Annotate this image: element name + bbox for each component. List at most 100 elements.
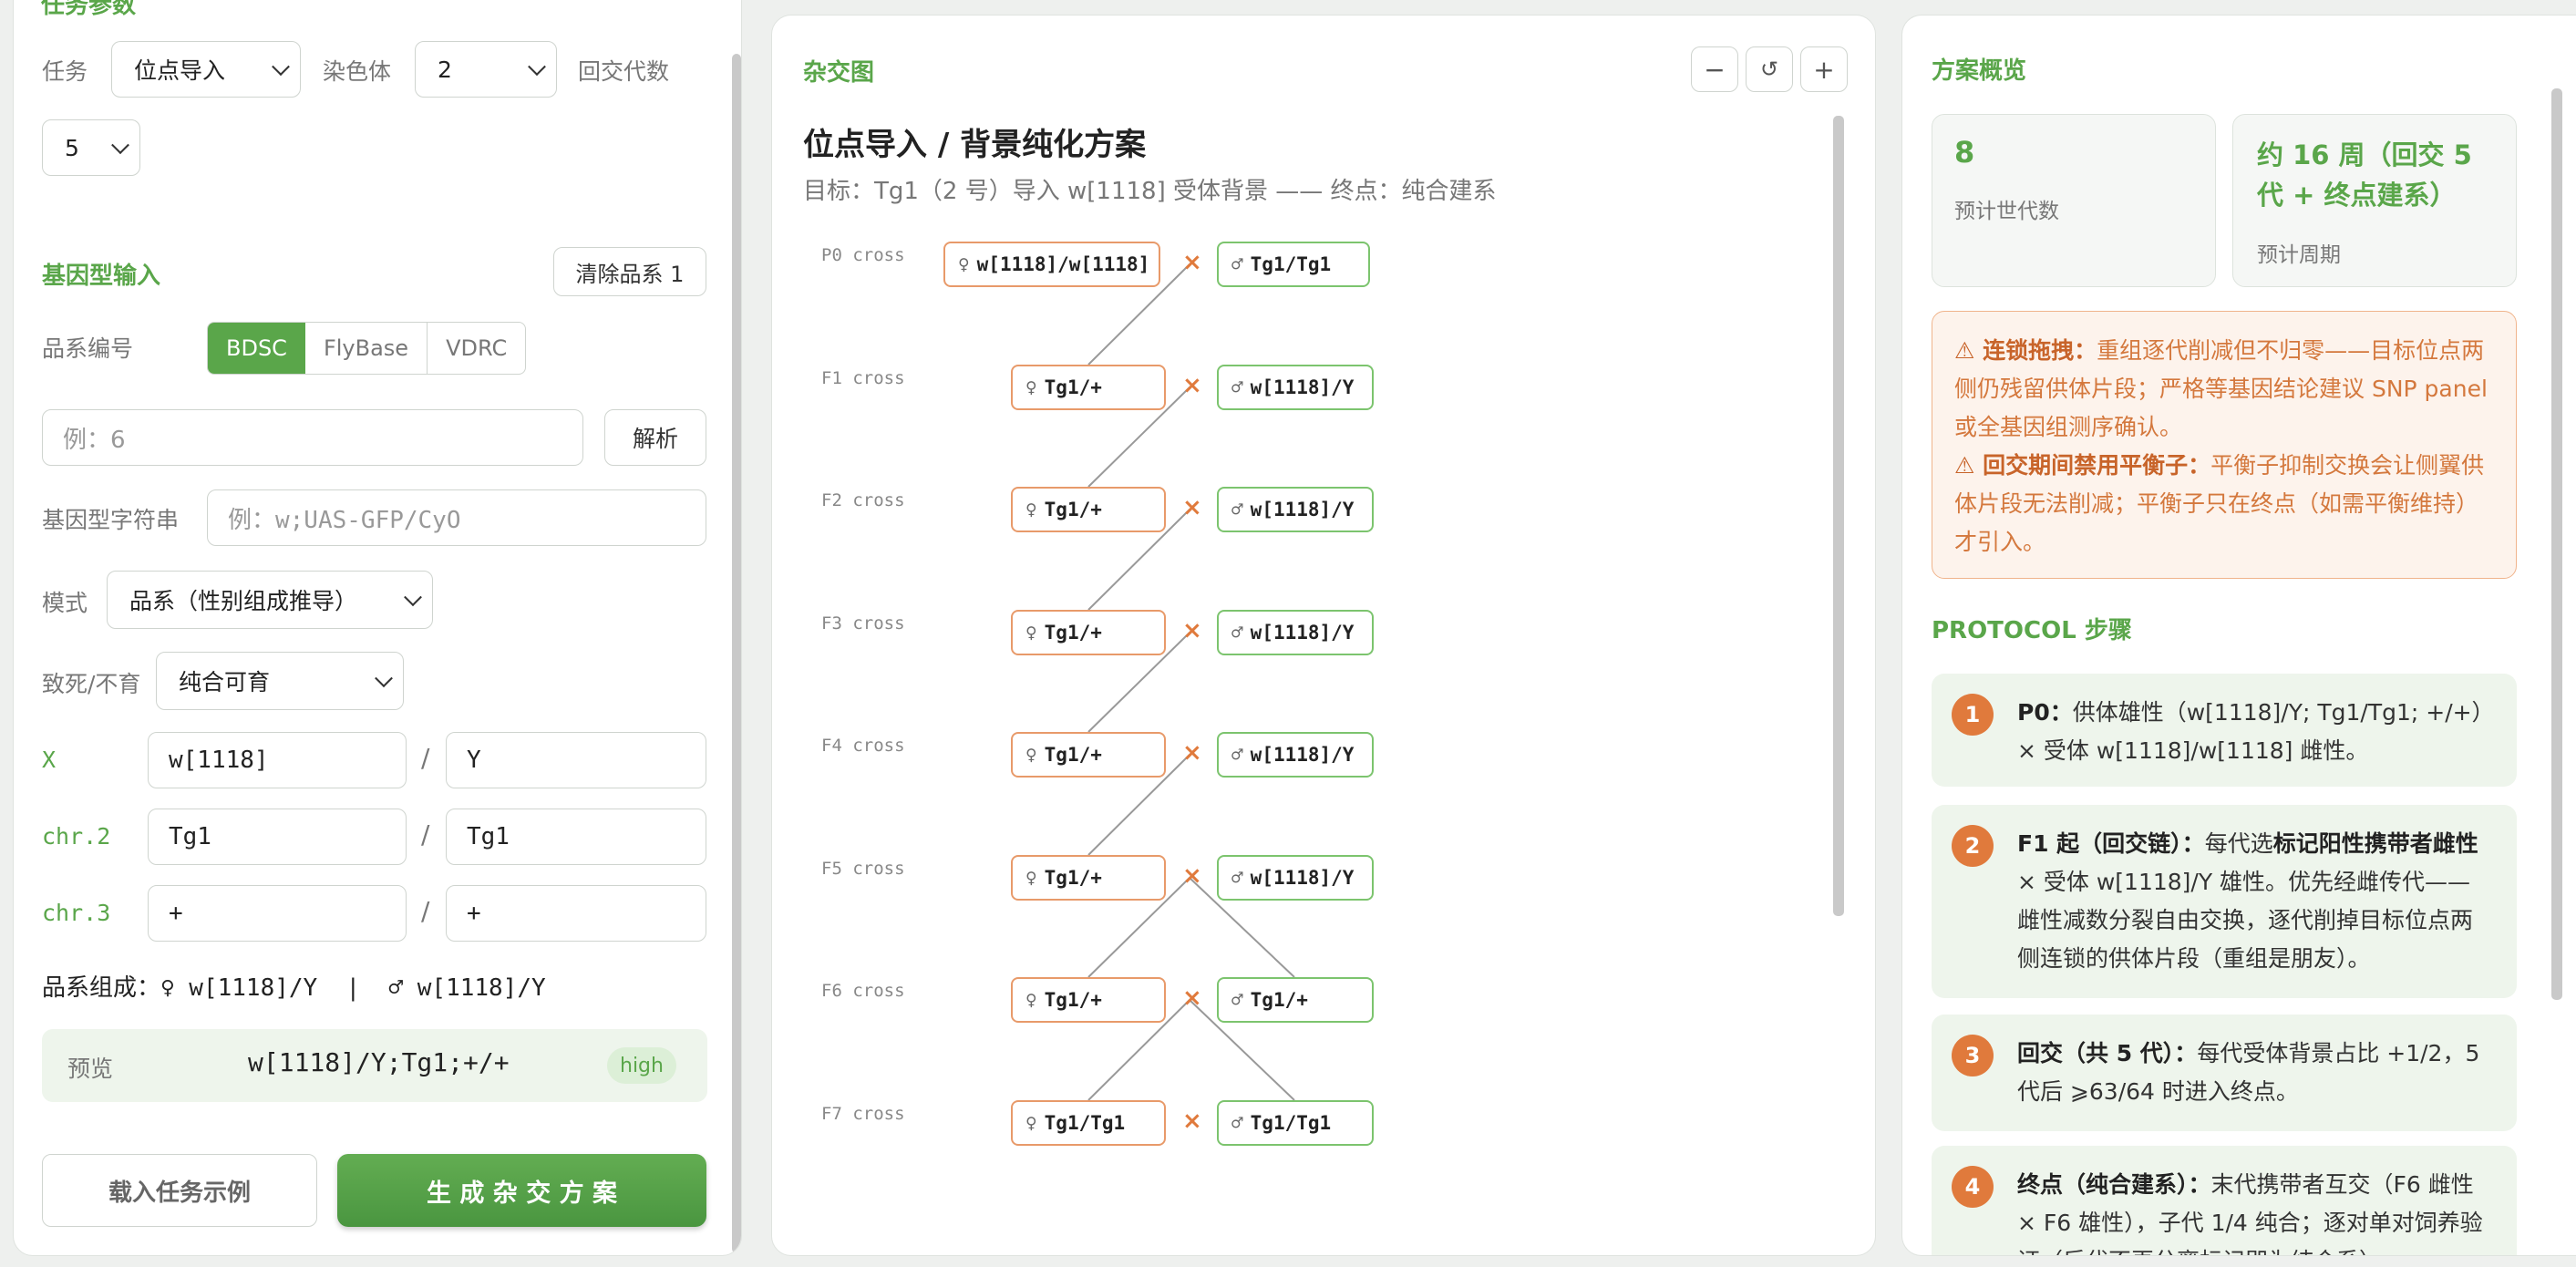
- genotype-string-label: 基因型字符串: [42, 507, 180, 533]
- female-parent-node[interactable]: ♀ Tg1/+: [1011, 855, 1166, 901]
- parse-button[interactable]: 解析: [604, 409, 706, 466]
- generation-label: P0 cross: [821, 245, 905, 265]
- female-icon: ♀: [1025, 867, 1037, 889]
- stock-composition: 品系组成：♀ w[1118]/Y | ♂ w[1118]/Y: [42, 974, 546, 1002]
- chr-3-allele-a-input[interactable]: +: [148, 885, 407, 942]
- female-parent-node[interactable]: ♀ Tg1/+: [1011, 610, 1166, 655]
- male-icon: ♂: [1231, 376, 1243, 398]
- male-icon: ♂: [1231, 744, 1243, 766]
- overview-scrollbar[interactable]: [2551, 88, 2562, 1000]
- backcross-label: 回交代数: [578, 58, 670, 85]
- genotype-string-input[interactable]: 例：w;UAS-GFP/CyO: [207, 489, 706, 546]
- period-card: 约 16 周（回交 5 代 + 终点建系） 预计周期: [2232, 114, 2517, 287]
- protocol-step: 1 P0：供体雄性（w[1118]/Y; Tg1/Tg1; +/+）× 受体 w…: [1932, 674, 2517, 787]
- cross-icon: ×: [1182, 372, 1202, 399]
- male-parent-node[interactable]: ♂ w[1118]/Y: [1217, 610, 1374, 655]
- generation-label: F4 cross: [821, 736, 905, 756]
- cross-diagram[interactable]: P0 cross ♀ w[1118]/w[1118] × ♂ Tg1/Tg1 F1 cros…: [772, 15, 1848, 1255]
- chevron-down-icon: [528, 57, 546, 77]
- mode-select[interactable]: 品系（性别组成推导）: [107, 571, 433, 629]
- source-bdsc-button[interactable]: BDSC: [208, 323, 305, 374]
- source-vdrc-button[interactable]: VDRC: [428, 323, 525, 374]
- task-select[interactable]: 位点导入: [111, 41, 301, 98]
- female-icon: ♀: [1025, 622, 1037, 644]
- chr-2-label: chr.2: [42, 823, 111, 850]
- cross-icon: ×: [1182, 984, 1202, 1012]
- female-genotype: Tg1/+: [1044, 989, 1102, 1011]
- warning-box: ⚠ 连锁拖拽：重组逐代削减但不归零——目标位点两侧仍残留供体片段；严格等基因结论…: [1932, 311, 2517, 579]
- male-icon: ♂: [1231, 253, 1243, 275]
- source-flybase-button[interactable]: FlyBase: [305, 323, 428, 374]
- backcross-select[interactable]: 5: [42, 119, 140, 176]
- male-genotype: Tg1/Tg1: [1250, 253, 1332, 275]
- male-icon: ♂: [1231, 499, 1243, 520]
- male-genotype: w[1118]/Y: [1250, 376, 1355, 398]
- generation-label: F1 cross: [821, 368, 905, 388]
- overview-title: 方案概览: [1932, 57, 2027, 85]
- male-parent-node[interactable]: ♂ w[1118]/Y: [1217, 487, 1374, 532]
- generation-label: F5 cross: [821, 859, 905, 879]
- step-head: 回交（共 5 代）：: [2017, 1040, 2198, 1066]
- step-emphasis: 标记阳性携带者雌性: [2272, 830, 2478, 857]
- step-body: 供体雄性（w[1118]/Y; Tg1/Tg1; +/+）× 受体 w[1118…: [2017, 699, 2484, 764]
- chromosome-select[interactable]: 2: [415, 41, 557, 98]
- preview-label: 预览: [67, 1056, 114, 1082]
- preview-value: w[1118]/Y;Tg1;+/+: [248, 1047, 510, 1077]
- step-body: × 受体 w[1118]/Y 雄性。优先经雌传代——雌性减数分裂自由交换，逐代削…: [2017, 869, 2474, 972]
- male-parent-node[interactable]: ♂ Tg1/Tg1: [1217, 1100, 1374, 1146]
- female-parent-node[interactable]: ♀ Tg1/+: [1011, 365, 1166, 410]
- step-body: 每代选: [2204, 830, 2273, 857]
- chr-2-allele-b-input[interactable]: Tg1: [446, 809, 706, 865]
- male-icon: ♂: [1231, 622, 1243, 644]
- female-icon: ♀: [1025, 376, 1037, 398]
- confidence-badge: high: [607, 1047, 676, 1084]
- female-genotype: Tg1/+: [1044, 622, 1102, 644]
- female-parent-node[interactable]: ♀ Tg1/+: [1011, 732, 1166, 778]
- male-parent-node[interactable]: ♂ Tg1/+: [1217, 977, 1374, 1023]
- load-example-button[interactable]: 载入任务示例: [42, 1154, 317, 1227]
- male-parent-node[interactable]: ♂ w[1118]/Y: [1217, 732, 1374, 778]
- generate-plan-button[interactable]: 生 成 杂 交 方 案: [337, 1154, 706, 1227]
- generation-label: F7 cross: [821, 1104, 905, 1124]
- step-text: P0：供体雄性（w[1118]/Y; Tg1/Tg1; +/+）× 受体 w[1…: [2017, 694, 2493, 770]
- generations-value: 8: [1954, 135, 1975, 170]
- male-genotype: w[1118]/Y: [1250, 744, 1355, 766]
- male-parent-node[interactable]: ♂ w[1118]/Y: [1217, 365, 1374, 410]
- left-scrollbar[interactable]: [732, 54, 741, 1253]
- task-label: 任务: [42, 58, 88, 85]
- lethal-select[interactable]: 纯合可育: [156, 652, 404, 710]
- cross-icon: ×: [1182, 249, 1202, 276]
- male-genotype: w[1118]/Y: [1250, 499, 1355, 520]
- chromosome-label: 染色体: [323, 58, 392, 85]
- female-parent-node[interactable]: ♀ Tg1/+: [1011, 977, 1166, 1023]
- chr-2-allele-a-input[interactable]: Tg1: [148, 809, 407, 865]
- step-number: 4: [1952, 1166, 1994, 1208]
- stock-id-input[interactable]: 例：6: [42, 409, 583, 466]
- cross-icon: ×: [1182, 494, 1202, 521]
- female-parent-node[interactable]: ♀ Tg1/+: [1011, 487, 1166, 532]
- diagram-scrollbar[interactable]: [1833, 116, 1844, 916]
- male-parent-node[interactable]: ♂ w[1118]/Y: [1217, 855, 1374, 901]
- male-genotype: Tg1/+: [1250, 989, 1308, 1011]
- period-label: 预计周期: [2257, 243, 2341, 267]
- female-parent-node[interactable]: ♀ Tg1/Tg1: [1011, 1100, 1166, 1146]
- generations-card: 8 预计世代数: [1932, 114, 2216, 287]
- warning-balancer: ⚠ 回交期间禁用平衡子：平衡子抑制交换会让侧翼供体片段无法削减；平衡子只在终点（…: [1954, 447, 2494, 561]
- cross-icon: ×: [1182, 1107, 1202, 1135]
- clear-stock-button[interactable]: 清除品系 1: [553, 247, 706, 296]
- female-icon: ♀: [958, 253, 970, 275]
- chr-x-allele-a-input[interactable]: w[1118]: [148, 732, 407, 788]
- protocol-step: 4 终点（纯合建系）：末代携带者互交（F6 雌性 × F6 雄性），子代 1/4…: [1932, 1146, 2517, 1255]
- generation-label: F3 cross: [821, 613, 905, 634]
- protocol-title: PROTOCOL 步骤: [1932, 617, 2132, 644]
- female-genotype: Tg1/Tg1: [1044, 1112, 1126, 1134]
- male-parent-node[interactable]: ♂ Tg1/Tg1: [1217, 242, 1370, 287]
- chromosome-select-value: 2: [438, 56, 452, 83]
- chr-3-allele-b-input[interactable]: +: [446, 885, 706, 942]
- step-number: 2: [1952, 825, 1994, 867]
- chr-x-allele-b-input[interactable]: Y: [446, 732, 706, 788]
- cross-icon: ×: [1182, 739, 1202, 767]
- female-icon: ♀: [1025, 499, 1037, 520]
- allele-separator: /: [421, 743, 430, 773]
- female-parent-node[interactable]: ♀ w[1118]/w[1118]: [943, 242, 1160, 287]
